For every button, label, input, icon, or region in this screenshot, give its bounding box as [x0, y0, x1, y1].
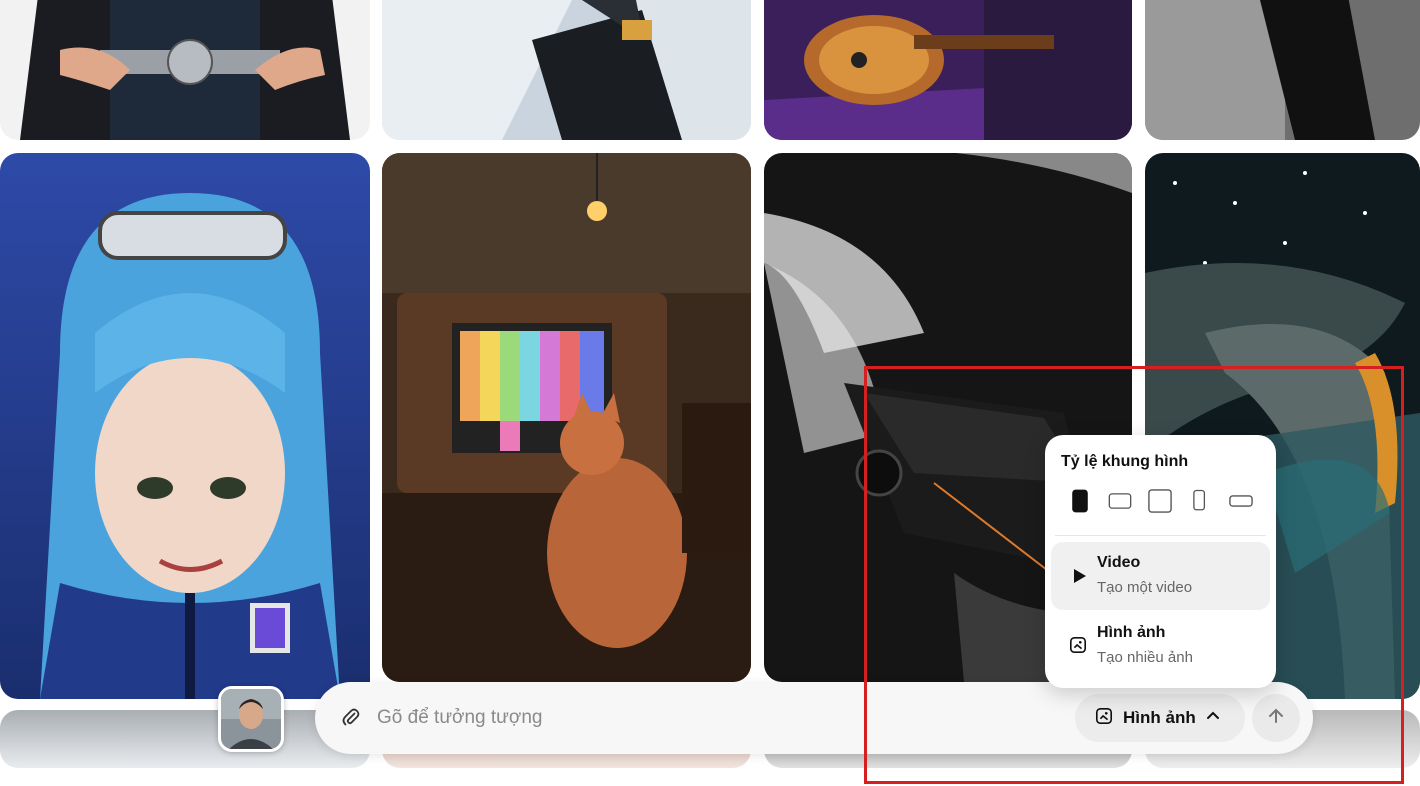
play-icon — [1069, 566, 1089, 586]
gallery-image-mountain-climb[interactable] — [382, 0, 751, 140]
gallery-image-blue-hair-girl[interactable] — [0, 153, 370, 699]
mode-dropdown: Tỷ lệ khung hình Video Tạo một video Hìn… — [1045, 435, 1276, 688]
prompt-input[interactable] — [377, 704, 1057, 732]
image-icon — [1095, 707, 1113, 730]
gallery-image-hero-belt[interactable] — [0, 0, 370, 140]
submit-button[interactable] — [1252, 694, 1300, 742]
gallery-image-tv-cat[interactable] — [382, 153, 751, 682]
ratio-landscape-option[interactable] — [1107, 487, 1133, 515]
paperclip-icon[interactable] — [339, 706, 363, 730]
ratio-square-option[interactable] — [1147, 487, 1173, 515]
gallery-page: Hình ảnh Tỷ lệ khung hình — [0, 0, 1420, 786]
gallery-image-bw-figure[interactable] — [1145, 0, 1420, 140]
gallery-image-guitarist[interactable] — [764, 0, 1132, 140]
image-option[interactable]: Hình ảnh Tạo nhiều ảnh — [1051, 612, 1270, 680]
ratio-portrait-option[interactable] — [1069, 487, 1091, 515]
image-icon — [1069, 636, 1089, 656]
user-avatar[interactable] — [218, 686, 284, 752]
chevron-up-icon — [1206, 709, 1220, 728]
video-option-title: Video — [1097, 554, 1141, 571]
ratio-wide-option[interactable] — [1227, 487, 1255, 515]
mode-selector-label: Hình ảnh — [1123, 708, 1196, 727]
prompt-bar: Hình ảnh — [315, 682, 1313, 754]
mode-selector-button[interactable]: Hình ảnh — [1075, 694, 1245, 742]
video-option-subtitle: Tạo một video — [1097, 579, 1193, 596]
image-option-title: Hình ảnh — [1097, 624, 1166, 641]
arrow-up-icon — [1266, 706, 1286, 731]
image-option-subtitle: Tạo nhiều ảnh — [1097, 649, 1193, 666]
aspect-ratio-title: Tỷ lệ khung hình — [1061, 453, 1189, 470]
dropdown-divider — [1055, 535, 1266, 536]
ratio-tall-option[interactable] — [1189, 487, 1211, 515]
video-option[interactable]: Video Tạo một video — [1051, 542, 1270, 610]
